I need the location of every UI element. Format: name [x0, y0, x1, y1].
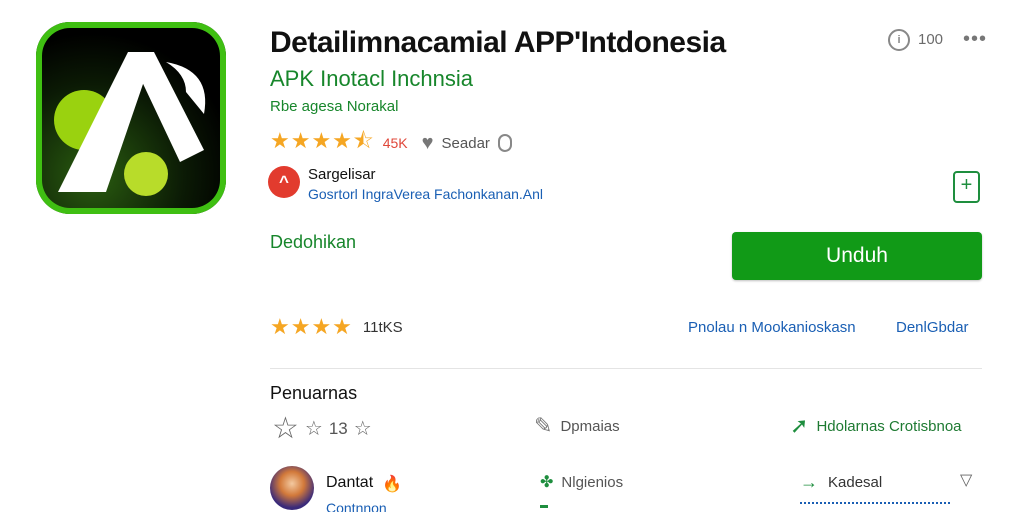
underline-link [800, 502, 950, 510]
reviewer-avatar [270, 466, 314, 510]
clock-icon [497, 134, 512, 152]
rating-summary-row: ★★★★ 11tKS [270, 314, 403, 340]
star-rating-icon: ★★★★⯪ [270, 128, 375, 153]
sparkle-icon: ✤ [540, 474, 554, 491]
app-icon [36, 22, 226, 214]
top-count: 100 [918, 31, 944, 48]
developer-name[interactable]: Sargelisar [308, 166, 543, 184]
section-divider [270, 368, 982, 369]
feature-item-2[interactable]: ➚ Hdolarnas Crotisbnoa [790, 413, 962, 439]
download-button[interactable]: Unduh [732, 232, 982, 280]
feature-item-1[interactable]: ✎ Dpmaias [534, 413, 620, 439]
rating-row: ★★★★⯪ 45K ♥ Seadar [270, 124, 512, 162]
section-title: Penuarnas [270, 383, 358, 403]
app-title: Detailimnacamial APP'Intdonesia [270, 26, 726, 59]
arrow-right-icon: → [800, 472, 818, 492]
stars-value: 13 [328, 418, 348, 438]
reviewer-name: Dantat [326, 474, 374, 491]
rate-stars-row[interactable]: ☆ ☆ 13 ☆ [272, 411, 372, 446]
info-circle-icon[interactable]: i [888, 28, 910, 51]
bookmark-icon[interactable]: + [953, 171, 980, 203]
feature-label-4: Kadesal [828, 474, 883, 491]
developer-description[interactable]: Gosrtorl IngraVerea Fachonkanan.Anl [308, 184, 543, 204]
star-outline-icon[interactable]: ☆ [354, 416, 372, 441]
reviewer-sub[interactable]: Contnnon [326, 500, 387, 512]
rating-meta: Seadar [441, 134, 490, 152]
rating-count: 45K [382, 135, 408, 151]
star-outline-icon[interactable]: ☆ [305, 416, 323, 441]
trending-arrow-icon: ➚ [790, 413, 809, 438]
heart-icon[interactable]: ♥ [422, 132, 434, 155]
more-options-icon[interactable]: ••• [963, 28, 987, 51]
feature-label-2: Hdolarnas Crotisbnoa [816, 417, 962, 435]
app-subline: Rbe agesa Norakal [270, 98, 399, 115]
rating-link-right[interactable]: DenlGbdar [896, 319, 969, 336]
chevron-down-icon[interactable]: ▽ [960, 470, 972, 490]
developer-avatar: ^ [268, 166, 300, 198]
underline-accent [540, 505, 548, 508]
feature-label-3: Nlgienios [561, 473, 624, 491]
feature-label-1: Dpmaias [560, 417, 620, 435]
app-subtitle: APK Inotacl Inchnsia [270, 66, 474, 91]
recommend-label: Dedohikan [270, 232, 357, 252]
rating-link-left[interactable]: Pnolau n Mookanioskasn [688, 319, 856, 336]
top-right-actions: i 100 ••• [888, 28, 987, 51]
rating-summary-value: 11tKS [362, 318, 403, 336]
feature-item-4[interactable]: → Kadesal [800, 472, 882, 493]
feature-item-3[interactable]: ✤ Nlgienios [540, 472, 623, 492]
star-outline-icon[interactable]: ☆ [272, 411, 299, 446]
fire-icon: 🔥 [382, 476, 402, 493]
developer-row[interactable]: ^ Sargelisar Gosrtorl IngraVerea Fachonk… [268, 166, 543, 204]
pencil-icon: ✎ [534, 413, 553, 438]
app-logo-icon [54, 52, 206, 196]
rating-stars-icon: ★★★★ [270, 314, 353, 339]
